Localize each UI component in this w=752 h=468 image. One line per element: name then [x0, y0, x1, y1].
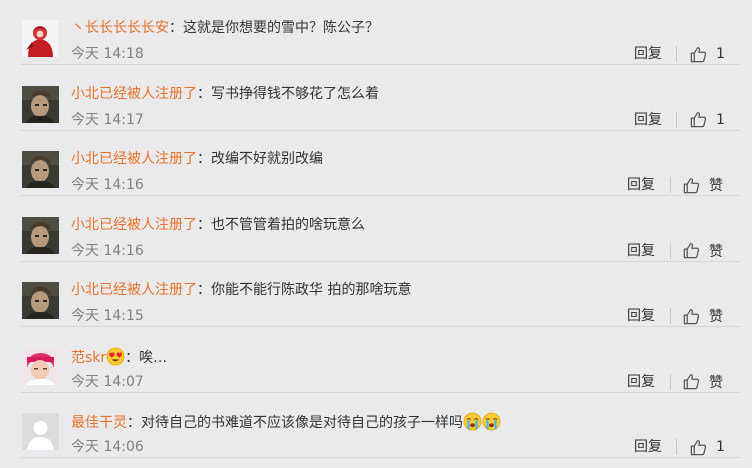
comment-time: 今天 14:16: [71, 242, 144, 259]
comment-text: 也不管管着拍的啥玩意么: [211, 216, 365, 233]
comment-line: 范skr ：唉…: [71, 347, 167, 367]
comment-line: 小北已经被人注册了：改编不好就别改编: [71, 150, 323, 168]
divider: [676, 111, 677, 128]
comment-line: 小北已经被人注册了：也不管管着拍的啥玩意么: [71, 216, 365, 234]
reply-button[interactable]: 回复: [627, 242, 655, 260]
comment-line: 丶长长长长长安：这就是你想要的雪中？陈公子？: [71, 19, 379, 37]
like-count: 赞: [709, 178, 723, 194]
reply-button[interactable]: 回复: [634, 438, 662, 456]
like-count: 1: [716, 46, 725, 62]
reply-button[interactable]: 回复: [634, 111, 662, 129]
username-link[interactable]: 小北已经被人注册了: [71, 86, 197, 102]
comment-item: 范skr ：唉… 今天 14:07 回复 赞: [0, 328, 752, 393]
comment-text: 这就是你想要的雪中？陈公子？: [183, 20, 379, 36]
comment-text: 改编不好就别改编: [211, 151, 323, 167]
reply-button[interactable]: 回复: [634, 45, 662, 63]
comment-item: 最佳干灵：对待自己的书难道不应该像是对待自己的孩子一样吗今天 14:06 回复 1: [0, 393, 752, 458]
like-button[interactable]: 1: [689, 110, 725, 130]
username-link[interactable]: 最佳干灵: [71, 415, 127, 431]
divider: [670, 177, 671, 193]
username-link[interactable]: 丶长长长长长安: [71, 20, 169, 36]
thumb-up-icon: [689, 438, 708, 457]
like-count: 1: [716, 439, 725, 455]
avatar[interactable]: [22, 282, 59, 319]
comment-time: 今天 14:17: [71, 111, 144, 128]
avatar[interactable]: [22, 216, 59, 254]
like-count: 1: [716, 111, 725, 128]
like-button[interactable]: 1: [689, 437, 725, 457]
colon: ：: [197, 151, 211, 167]
comment-line: 最佳干灵：对待自己的书难道不应该像是对待自己的孩子一样吗: [71, 412, 501, 432]
thumb-up-icon: [689, 45, 708, 64]
comment-text: 你能不能行陈政华 拍的那啥玩意: [211, 282, 412, 298]
crying-emoji-icon: [482, 412, 501, 431]
comment-time: 今天 14:07: [71, 373, 144, 390]
thumb-up-icon: [682, 176, 701, 195]
avatar[interactable]: [22, 347, 59, 385]
comment-time: 今天 14:16: [71, 177, 144, 193]
colon: ：: [169, 20, 183, 36]
comment-list: 丶长长长长长安：这就是你想要的雪中？陈公子？ 今天 14:18 回复 1 小北已经被人注…: [0, 0, 752, 468]
thumb-up-icon: [682, 372, 701, 391]
thumb-up-icon: [689, 110, 708, 129]
divider: [670, 373, 671, 390]
comment-item: 小北已经被人注册了：你能不能行陈政华 拍的那啥玩意 今天 14:15 回复赞: [0, 262, 752, 327]
colon: ：: [197, 216, 211, 233]
username-link[interactable]: 小北已经被人注册了: [71, 282, 197, 298]
reply-button[interactable]: 回复: [627, 307, 655, 325]
comment-item: 丶长长长长长安：这就是你想要的雪中？陈公子？ 今天 14:18 回复 1: [0, 0, 752, 65]
username-link[interactable]: 小北已经被人注册了: [71, 217, 197, 233]
divider: [676, 46, 677, 62]
colon: ：: [197, 282, 211, 298]
like-button[interactable]: 赞: [682, 306, 723, 326]
crying-emoji-icon: [463, 412, 482, 431]
avatar[interactable]: [22, 413, 59, 450]
heart-eyes-emoji-icon: [106, 347, 125, 366]
avatar[interactable]: [22, 20, 59, 57]
row-divider: [21, 457, 740, 458]
colon: ：: [197, 85, 211, 102]
comment-item: 小北已经被人注册了：也不管管着拍的啥玩意么 今天 14:16 回复赞: [0, 197, 752, 262]
thumb-up-icon: [682, 307, 701, 326]
thumb-up-icon: [682, 241, 701, 260]
username-link[interactable]: 范skr: [71, 350, 106, 366]
comment-text: 唉…: [139, 349, 168, 366]
like-count: 赞: [709, 243, 723, 260]
comment-line: 小北已经被人注册了：你能不能行陈政华 拍的那啥玩意: [71, 281, 411, 299]
comment-time: 今天 14:18: [71, 46, 144, 62]
divider: [670, 308, 671, 324]
comment-time: 今天 14:06: [71, 439, 144, 455]
avatar[interactable]: [22, 85, 59, 123]
comment-time: 今天 14:15: [71, 308, 144, 324]
avatar[interactable]: [22, 151, 59, 188]
username-link[interactable]: 小北已经被人注册了: [71, 151, 197, 167]
comment-item: 小北已经被人注册了：写书挣得钱不够花了怎么着 今天 14:17 回复 1: [0, 66, 752, 131]
reply-button[interactable]: 回复: [627, 373, 655, 391]
comment-item: 小北已经被人注册了：改编不好就别改编 今天 14:16 回复赞: [0, 131, 752, 196]
like-count: 赞: [709, 309, 723, 325]
like-button[interactable]: 赞: [682, 372, 723, 392]
comment-text: 对待自己的书难道不应该像是对待自己的孩子一样吗: [141, 415, 463, 431]
colon: ：: [125, 349, 140, 366]
divider: [676, 439, 677, 455]
like-button[interactable]: 1: [689, 44, 725, 64]
like-button[interactable]: 赞: [682, 175, 723, 195]
colon: ：: [127, 415, 141, 431]
reply-button[interactable]: 回复: [627, 176, 655, 194]
divider: [670, 242, 671, 259]
comment-line: 小北已经被人注册了：写书挣得钱不够花了怎么着: [71, 85, 379, 103]
comment-text: 写书挣得钱不够花了怎么着: [211, 85, 379, 102]
like-count: 赞: [709, 374, 723, 391]
like-button[interactable]: 赞: [682, 241, 723, 261]
